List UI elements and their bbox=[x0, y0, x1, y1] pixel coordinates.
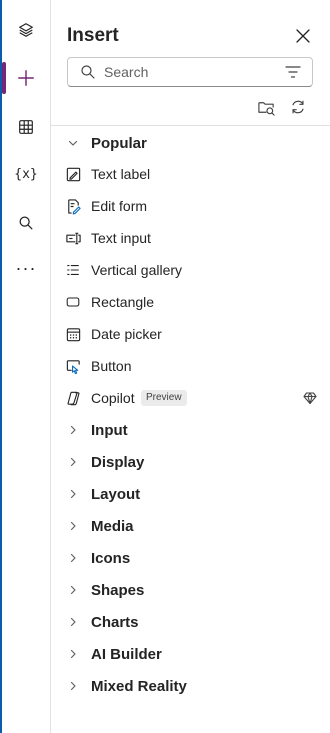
category-shapes[interactable]: Shapes bbox=[51, 574, 330, 606]
header-divider bbox=[51, 125, 330, 126]
insert-item-vertical-gallery[interactable]: Vertical gallery bbox=[51, 254, 330, 286]
category-label: Display bbox=[91, 453, 145, 471]
filter-button[interactable] bbox=[284, 64, 302, 80]
more-icon: ··· bbox=[15, 258, 37, 278]
item-label: Text input bbox=[91, 230, 151, 246]
item-label: Copilot bbox=[91, 390, 135, 406]
button-icon bbox=[64, 357, 82, 375]
chevron-right-icon bbox=[67, 680, 79, 692]
category-layout[interactable]: Layout bbox=[51, 478, 330, 510]
vertical-gallery-icon bbox=[64, 261, 82, 279]
rail-search-button[interactable] bbox=[2, 207, 50, 239]
category-popular[interactable]: Popular bbox=[51, 127, 330, 159]
search-box bbox=[67, 57, 313, 87]
insert-panel: Insert Search Popular Text label Edit fo… bbox=[51, 0, 330, 733]
category-display[interactable]: Display bbox=[51, 446, 330, 478]
variables-icon: {x} bbox=[14, 166, 38, 182]
insert-item-edit-form[interactable]: Edit form bbox=[51, 190, 330, 222]
layers-icon bbox=[19, 23, 33, 37]
close-button[interactable] bbox=[291, 24, 315, 48]
left-rail: {x} ··· bbox=[2, 0, 51, 733]
chevron-right-icon bbox=[67, 456, 79, 468]
chevron-right-icon bbox=[67, 424, 79, 436]
chevron-right-icon bbox=[67, 520, 79, 532]
date-picker-icon bbox=[64, 325, 82, 343]
table-icon bbox=[19, 120, 33, 134]
insert-item-rectangle[interactable]: Rectangle bbox=[51, 286, 330, 318]
item-label: Date picker bbox=[91, 326, 162, 342]
item-label: Text label bbox=[91, 166, 151, 182]
category-label: Input bbox=[91, 421, 128, 439]
insert-item-text-input[interactable]: Text input bbox=[51, 222, 330, 254]
item-label: Rectangle bbox=[91, 294, 155, 310]
rail-more-button[interactable]: ··· bbox=[2, 252, 50, 284]
category-label: Layout bbox=[91, 485, 141, 503]
rail-insert-button[interactable] bbox=[2, 62, 50, 94]
filter-icon bbox=[285, 66, 301, 78]
rail-data-button[interactable] bbox=[2, 111, 50, 143]
category-input[interactable]: Input bbox=[51, 414, 330, 446]
search-input[interactable] bbox=[102, 59, 266, 85]
copilot-icon bbox=[64, 389, 82, 407]
search-icon bbox=[19, 216, 33, 230]
edit-form-icon bbox=[64, 197, 82, 215]
insert-item-button[interactable]: Button bbox=[51, 350, 330, 382]
chevron-right-icon bbox=[67, 648, 79, 660]
panel-title: Insert bbox=[67, 25, 119, 46]
chevron-down-icon bbox=[67, 137, 79, 149]
browse-folder-button[interactable] bbox=[255, 96, 277, 118]
item-label: Button bbox=[91, 358, 132, 374]
plus-icon bbox=[18, 70, 34, 86]
category-label: Charts bbox=[91, 613, 139, 631]
text-input-icon bbox=[64, 229, 82, 247]
category-icons[interactable]: Icons bbox=[51, 542, 330, 574]
rail-tree-view-button[interactable] bbox=[2, 14, 50, 46]
premium-diamond-icon bbox=[303, 391, 317, 405]
insert-item-copilot[interactable]: Copilot Preview bbox=[51, 382, 330, 414]
category-media[interactable]: Media bbox=[51, 510, 330, 542]
category-mixed-reality[interactable]: Mixed Reality bbox=[51, 670, 330, 702]
chevron-right-icon bbox=[67, 488, 79, 500]
refresh-button[interactable] bbox=[287, 96, 309, 118]
close-icon bbox=[296, 29, 310, 43]
category-label: Popular bbox=[91, 134, 147, 152]
category-label: Shapes bbox=[91, 581, 145, 599]
chevron-right-icon bbox=[67, 584, 79, 596]
chevron-right-icon bbox=[67, 616, 79, 628]
category-label: AI Builder bbox=[91, 645, 162, 663]
category-charts[interactable]: Charts bbox=[51, 606, 330, 638]
insert-item-text-label[interactable]: Text label bbox=[51, 158, 330, 190]
category-label: Media bbox=[91, 517, 134, 535]
item-label: Vertical gallery bbox=[91, 262, 183, 278]
search-icon bbox=[80, 64, 96, 80]
category-label: Icons bbox=[91, 549, 131, 567]
text-label-icon bbox=[64, 165, 82, 183]
category-ai-builder[interactable]: AI Builder bbox=[51, 638, 330, 670]
folder-search-icon bbox=[257, 101, 275, 116]
item-label: Edit form bbox=[91, 198, 148, 214]
insert-item-date-picker[interactable]: Date picker bbox=[51, 318, 330, 350]
refresh-icon bbox=[292, 100, 304, 114]
preview-badge: Preview bbox=[141, 390, 187, 406]
category-label: Mixed Reality bbox=[91, 677, 187, 695]
rectangle-icon bbox=[64, 293, 82, 311]
rail-variables-button[interactable]: {x} bbox=[2, 158, 50, 190]
chevron-right-icon bbox=[67, 552, 79, 564]
